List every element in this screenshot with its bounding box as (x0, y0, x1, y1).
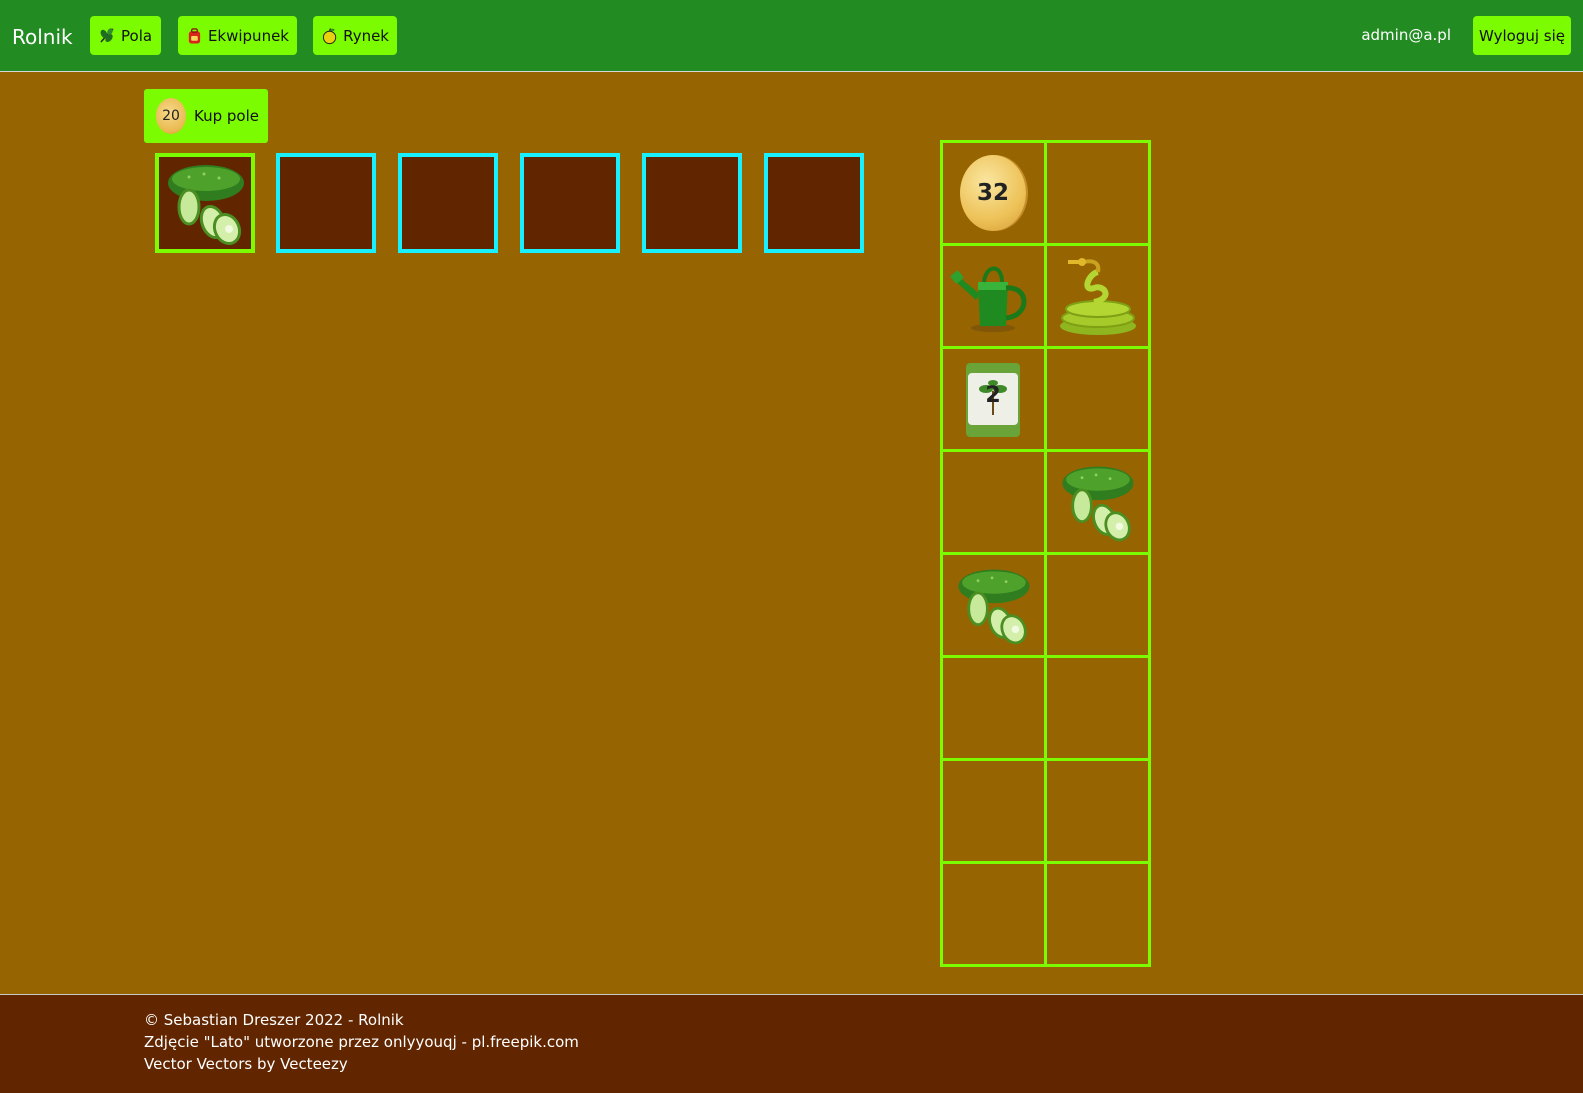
buy-price: 20 (162, 108, 180, 124)
footer-vector-credit[interactable]: Vector Vectors by Vecteezy (144, 1053, 348, 1075)
inventory-slot-seed-bag[interactable]: 2 (939, 345, 1047, 452)
nav-rynek-button[interactable]: Rynek (313, 16, 397, 55)
field-plot-empty[interactable] (276, 153, 376, 253)
navbar: Rolnik Pola Ekwipunek Rynek admin@a.pl W… (0, 0, 1583, 72)
inventory-slot-empty[interactable] (939, 448, 1047, 555)
nav-pola-button[interactable]: Pola (90, 16, 161, 55)
inventory-slot-cucumber[interactable] (939, 551, 1047, 658)
inventory-slot-empty[interactable] (1043, 860, 1151, 967)
nav-ekwipunek-label: Ekwipunek (207, 26, 289, 45)
inventory-slot-empty[interactable] (939, 860, 1047, 967)
inventory-slot-cucumber[interactable] (1043, 448, 1151, 555)
field-plot-empty[interactable] (764, 153, 864, 253)
cucumber-icon (1062, 465, 1134, 541)
inventory-slot-empty[interactable] (939, 654, 1047, 761)
inventory-slot-empty[interactable] (1043, 139, 1151, 246)
user-email: admin@a.pl (1361, 26, 1451, 44)
footer-photo-credit[interactable]: Zdjęcie "Lato" utworzone przez onlyyouqj… (144, 1031, 579, 1053)
apple-icon (322, 27, 337, 44)
inventory-slot-empty[interactable] (1043, 551, 1151, 658)
buy-field-button[interactable]: 20 Kup pole (144, 89, 268, 143)
cucumber-icon (958, 568, 1030, 644)
field-plot-owned[interactable] (155, 153, 255, 253)
seed-amount: 2 (985, 382, 1001, 408)
inventory-grid: 32 2 (939, 139, 1151, 967)
nav-rynek-label: Rynek (343, 26, 389, 45)
buy-field-label: Kup pole (194, 107, 259, 125)
nav-ekwipunek-button[interactable]: Ekwipunek (178, 16, 297, 55)
inventory-slot-empty[interactable] (1043, 345, 1151, 452)
nav-pola-label: Pola (121, 26, 153, 45)
logout-button[interactable]: Wyloguj się (1473, 16, 1571, 55)
footer: © Sebastian Dreszer 2022 - Rolnik Zdjęci… (0, 994, 1583, 1093)
cucumber-icon (168, 165, 244, 246)
field-plot-empty[interactable] (520, 153, 620, 253)
coin-amount: 32 (976, 179, 1009, 206)
field-plot-empty[interactable] (642, 153, 742, 253)
inventory-slot-empty[interactable] (939, 757, 1047, 864)
watering-can-icon (950, 266, 1027, 332)
backpack-icon (188, 27, 201, 44)
plant-icon (100, 27, 114, 43)
coin-icon: 32 (960, 154, 1026, 231)
inventory-slot-empty[interactable] (1043, 757, 1151, 864)
garden-hose-icon (1060, 257, 1136, 335)
coin-icon: 20 (156, 98, 186, 134)
inventory-slot-coins[interactable]: 32 (939, 139, 1047, 246)
footer-copyright: © Sebastian Dreszer 2022 - Rolnik (144, 1011, 404, 1029)
inventory-slot-garden-hose[interactable] (1043, 242, 1151, 349)
inventory-slot-empty[interactable] (1043, 654, 1151, 761)
inventory-slot-watering-can[interactable] (939, 242, 1047, 349)
brand-logo[interactable]: Rolnik (12, 24, 73, 50)
field-plot-empty[interactable] (398, 153, 498, 253)
